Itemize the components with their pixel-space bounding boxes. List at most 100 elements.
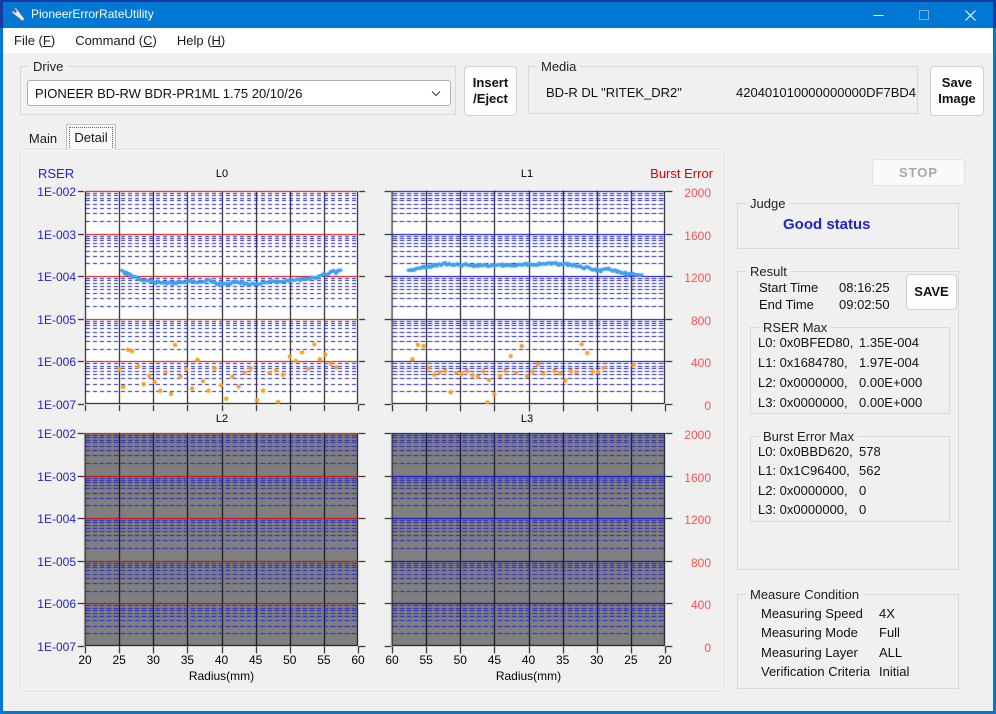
rser-max-row-value: 0.00E+000 [859, 395, 922, 410]
rser-tick-label: 1E-006 [28, 597, 76, 611]
rser-max-row-value: 1.97E-004 [859, 355, 919, 370]
stop-button[interactable]: STOP [872, 159, 965, 186]
close-button[interactable] [947, 2, 993, 28]
drive-select-value: PIONEER BD-RW BDR-PR1ML 1.75 20/10/26 [35, 86, 302, 101]
burst-tick-label: 2000 [675, 186, 711, 200]
measure-row-name: Measuring Mode [761, 625, 858, 640]
radius-axis-label: Radius(mm) [489, 669, 569, 683]
burst-tick-label: 800 [675, 314, 711, 328]
measure-row-value: 4X [879, 606, 895, 621]
rser-tick-label: 1E-002 [28, 427, 76, 441]
burst-max-row-value: 0 [859, 483, 866, 498]
radius-tick-label: 20 [653, 653, 677, 667]
rser-max-row-name: L2: 0x0000000, [758, 375, 848, 390]
chart-title: L1 [507, 168, 547, 180]
window-title: PioneerErrorRateUtility [31, 7, 154, 21]
burst-max-row-value: 562 [859, 463, 881, 478]
radius-tick-label: 45 [244, 653, 268, 667]
radius-tick-label: 60 [380, 653, 404, 667]
maximize-button[interactable] [901, 2, 947, 28]
measure-row-value: Initial [879, 664, 909, 679]
measure-row-value: ALL [879, 645, 902, 660]
menu-item-help[interactable]: Help (H) [167, 33, 235, 48]
radius-tick-label: 30 [585, 653, 609, 667]
radius-axis-label: Radius(mm) [182, 669, 262, 683]
rser-tick-label: 1E-007 [28, 398, 76, 412]
measure-row-name: Verification Criteria [761, 664, 870, 679]
burst-tick-label: 800 [675, 556, 711, 570]
menu-item-command[interactable]: Command (C) [65, 33, 167, 48]
menu-item-file[interactable]: File (F) [14, 33, 65, 48]
charts-canvas [20, 149, 724, 691]
chart-title: L3 [507, 413, 547, 425]
burst-tick-label: 1200 [675, 513, 711, 527]
rser-max-label: RSER Max [759, 320, 831, 335]
burst-max-row-name: L2: 0x0000000, [758, 483, 848, 498]
burst-tick-label: 2000 [675, 428, 711, 442]
rser-tick-label: 1E-005 [28, 313, 76, 327]
rser-axis-label: RSER [38, 166, 74, 181]
titlebar: PioneerErrorRateUtility [0, 0, 996, 28]
tab-main[interactable]: Main [22, 127, 64, 149]
chart-title: L0 [202, 168, 242, 180]
measure-condition-label: Measure Condition [746, 587, 863, 602]
rser-tick-label: 1E-006 [28, 355, 76, 369]
minimize-button[interactable] [855, 2, 901, 28]
drive-select[interactable]: PIONEER BD-RW BDR-PR1ML 1.75 20/10/26 [27, 80, 451, 106]
measure-condition-group: Measure Condition Measuring Speed4XMeasu… [737, 594, 959, 689]
chart-title: L2 [202, 413, 242, 425]
radius-tick-label: 50 [278, 653, 302, 667]
result-group-label: Result [746, 264, 791, 279]
app-window: PioneerErrorRateUtility File (F)Command … [0, 0, 996, 714]
result-group: Result Start Time 08:16:25 End Time 09:0… [737, 271, 959, 570]
save-button[interactable]: SAVE [906, 274, 957, 310]
rser-max-row-name: L0: 0x0BFED80, [758, 335, 853, 350]
media-group: Media BD-R DL "RITEK_DR2" 42040101000000… [528, 66, 918, 114]
save-image-button[interactable]: SaveImage [930, 66, 984, 116]
burst-max-row-value: 0 [859, 502, 866, 517]
media-group-label: Media [537, 59, 580, 74]
burst-max-label: Burst Error Max [759, 429, 858, 444]
radius-tick-label: 40 [517, 653, 541, 667]
burst-tick-label: 1600 [675, 229, 711, 243]
burst-max-row-name: L0: 0x0BBD620, [758, 444, 853, 459]
drive-group-label: Drive [29, 59, 67, 74]
end-time-label: End Time [759, 297, 814, 312]
rser-tick-label: 1E-002 [28, 185, 76, 199]
measure-row-value: Full [879, 625, 900, 640]
radius-tick-label: 50 [448, 653, 472, 667]
rser-max-row-value: 0.00E+000 [859, 375, 922, 390]
burst-tick-label: 1200 [675, 271, 711, 285]
radius-tick-label: 20 [73, 653, 97, 667]
burst-axis-label: Burst Error [640, 166, 713, 181]
rser-max-row-name: L1: 0x1684780, [758, 355, 848, 370]
burst-tick-label: 0 [675, 641, 711, 655]
burst-max-row-value: 578 [859, 444, 881, 459]
rser-max-row-value: 1.35E-004 [859, 335, 919, 350]
start-time-label: Start Time [759, 280, 818, 295]
media-id: 420401010000000000DF7BD4 [736, 85, 916, 100]
radius-tick-label: 25 [619, 653, 643, 667]
chevron-down-icon [431, 90, 441, 97]
insert-eject-button[interactable]: Insert/Eject [464, 66, 517, 116]
rser-tick-label: 1E-004 [28, 512, 76, 526]
rser-max-row-name: L3: 0x0000000, [758, 395, 848, 410]
minimize-icon [873, 10, 884, 21]
burst-tick-label: 1600 [675, 471, 711, 485]
app-icon [10, 6, 26, 22]
rser-tick-label: 1E-004 [28, 270, 76, 284]
rser-tick-label: 1E-003 [28, 228, 76, 242]
radius-tick-label: 35 [175, 653, 199, 667]
tab-detail[interactable]: Detail [66, 124, 116, 150]
radius-tick-label: 35 [551, 653, 575, 667]
radius-tick-label: 30 [141, 653, 165, 667]
close-icon [965, 10, 976, 21]
media-type: BD-R DL "RITEK_DR2" [546, 85, 682, 100]
radius-tick-label: 45 [482, 653, 506, 667]
burst-max-row-name: L1: 0x1C96400, [758, 463, 850, 478]
burst-max-group: Burst Error Max L0: 0x0BBD620,578L1: 0x1… [750, 436, 950, 522]
radius-tick-label: 25 [107, 653, 131, 667]
rser-tick-label: 1E-007 [28, 640, 76, 654]
radius-tick-label: 55 [414, 653, 438, 667]
radius-tick-label: 55 [312, 653, 336, 667]
